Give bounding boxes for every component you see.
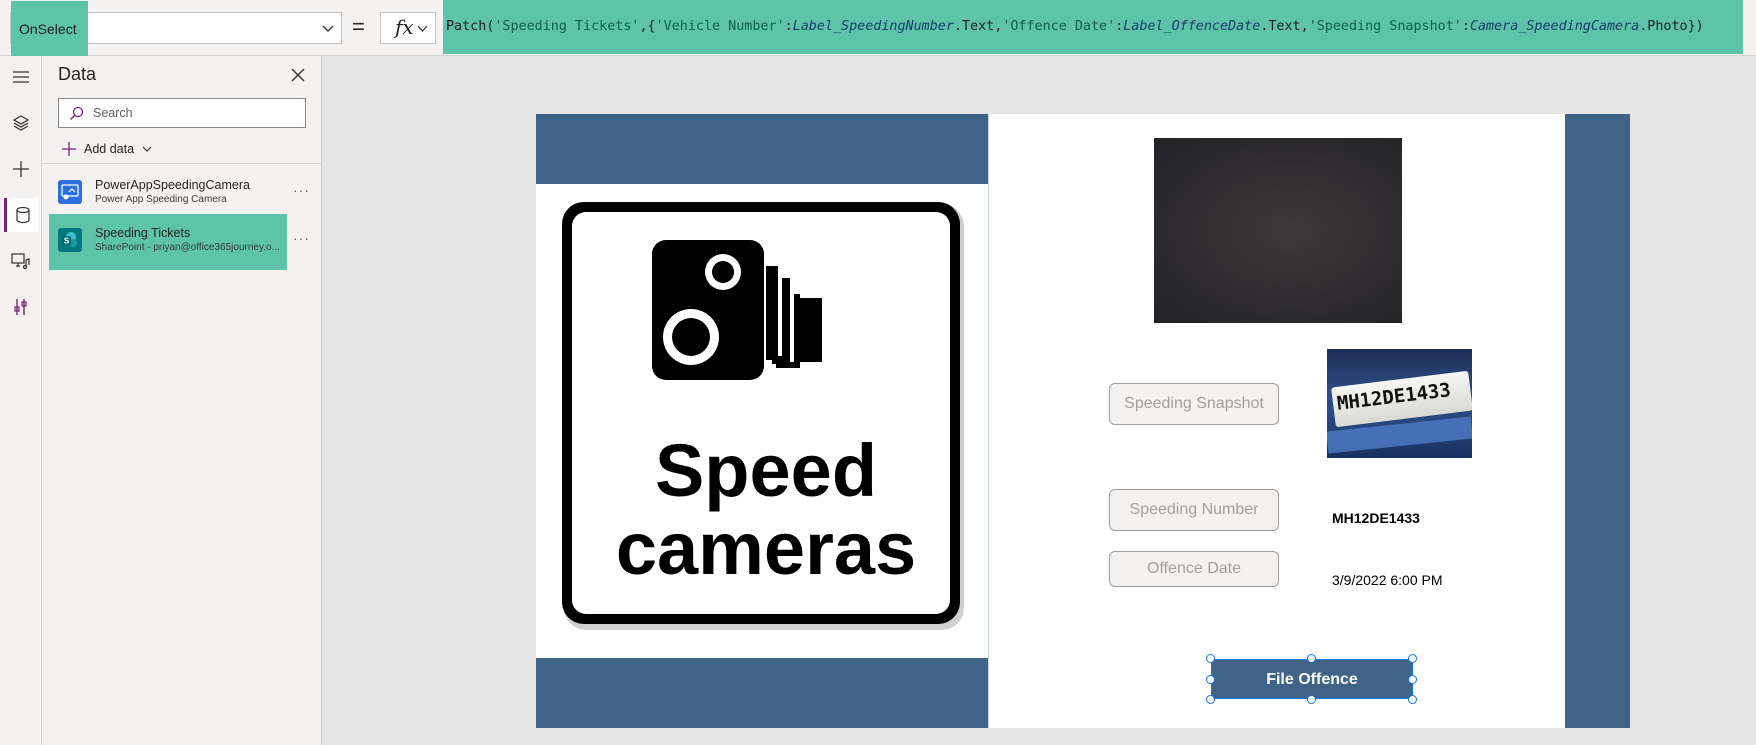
power-apps-icon <box>58 180 82 204</box>
app-screen[interactable]: Speed cameras Speeding Snapshot MH12DE14… <box>536 114 1630 728</box>
formula-token: Label_OffenceDate <box>1123 19 1261 34</box>
fx-icon: fx <box>395 15 414 39</box>
rail-tree-view-button[interactable] <box>4 106 38 140</box>
more-options-icon[interactable]: ··· <box>293 182 310 198</box>
formula-token: : <box>784 19 793 34</box>
resize-handle[interactable] <box>1206 675 1215 684</box>
pane-title: Data <box>58 64 97 84</box>
layers-icon <box>12 115 30 131</box>
rail-insert-button[interactable] <box>4 152 38 186</box>
chevron-down-icon[interactable] <box>321 21 335 35</box>
resize-handle[interactable] <box>1307 654 1316 663</box>
camera-control[interactable] <box>1154 138 1402 323</box>
pane-divider <box>42 163 322 164</box>
formula-token: 'Offence Date' <box>1002 19 1116 34</box>
data-source-name: PowerAppSpeedingCamera <box>95 178 250 192</box>
formula-input[interactable]: Patch('Speeding Tickets',{'Vehicle Numbe… <box>443 0 1743 54</box>
rail-menu-button[interactable] <box>4 60 38 94</box>
footer-band <box>536 658 988 728</box>
left-rail <box>0 56 42 745</box>
search-input[interactable] <box>93 103 298 123</box>
data-pane: Data Add data PowerAppSpeedingCamera Pow… <box>42 56 322 745</box>
fx-button[interactable]: fx <box>380 12 436 44</box>
rail-media-button[interactable] <box>4 244 38 278</box>
vehicle-number-value[interactable]: MH12DE1433 <box>1332 510 1420 526</box>
offence-date-label[interactable]: Offence Date <box>1109 551 1279 587</box>
side-band <box>1565 114 1630 728</box>
equals-sign: = <box>352 14 365 39</box>
resize-handle[interactable] <box>1206 695 1215 704</box>
property-name[interactable]: OnSelect <box>11 1 88 57</box>
file-offence-button[interactable]: File Offence <box>1211 659 1413 699</box>
resize-handle[interactable] <box>1307 695 1316 704</box>
rail-advanced-tools-button[interactable] <box>4 290 38 324</box>
property-dropdown[interactable]: OnSelect <box>10 1 342 57</box>
tools-icon <box>14 299 27 315</box>
data-source-subtitle: SharePoint - priyan@office365journey.o..… <box>95 242 280 253</box>
formula-bar: OnSelect = fx Patch('Speeding Tickets',{… <box>0 0 1756 57</box>
resize-handle[interactable] <box>1408 695 1417 704</box>
resize-handle[interactable] <box>1206 654 1215 663</box>
search-icon <box>70 106 84 120</box>
more-options-icon[interactable]: ··· <box>293 230 310 246</box>
formula-token: .Text, <box>953 19 1003 34</box>
formula-token: Label_SpeedingNumber <box>792 19 954 34</box>
formula-token: .Text, <box>1260 19 1309 34</box>
formula-token: : <box>1461 19 1470 34</box>
header-band <box>536 114 988 184</box>
rail-data-button[interactable] <box>4 198 38 232</box>
canvas-area: Speed cameras Speeding Snapshot MH12DE14… <box>322 56 1756 745</box>
data-source-item[interactable]: S Speeding Tickets SharePoint - priyan@o… <box>49 214 287 270</box>
search-box[interactable] <box>58 98 306 128</box>
plus-icon <box>62 142 76 156</box>
formula-token: 'Speeding Snapshot' <box>1308 19 1462 34</box>
svg-text:S: S <box>64 237 70 246</box>
resize-handle[interactable] <box>1408 654 1417 663</box>
plus-icon <box>13 161 29 177</box>
sign-text-line-1: Speed <box>654 429 878 512</box>
media-icon <box>11 253 30 270</box>
data-source-subtitle: Power App Speeding Camera <box>95 194 227 205</box>
close-icon[interactable] <box>288 65 308 85</box>
sharepoint-icon: S <box>58 228 82 252</box>
speeding-snapshot-image[interactable]: MH12DE1433 <box>1327 349 1472 458</box>
add-data-button[interactable]: Add data <box>62 138 152 160</box>
formula-token: Patch( <box>446 19 495 34</box>
formula-token: 'Speeding Tickets' <box>494 19 640 34</box>
speeding-snapshot-label[interactable]: Speeding Snapshot <box>1109 383 1279 425</box>
formula-token: Camera_SpeedingCamera <box>1469 19 1640 34</box>
offence-date-value[interactable]: 3/9/2022 6:00 PM <box>1332 572 1443 588</box>
data-source-name: Speeding Tickets <box>95 226 191 240</box>
formula-token: 'Vehicle Number' <box>655 19 785 34</box>
hamburger-icon <box>13 71 29 83</box>
chevron-down-icon <box>417 25 428 32</box>
divider <box>988 114 989 728</box>
formula-token: ,{ <box>639 19 656 34</box>
database-icon <box>15 206 30 224</box>
add-data-label: Add data <box>84 142 135 156</box>
formula-token: .Photo}) <box>1639 19 1704 34</box>
speeding-number-label[interactable]: Speeding Number <box>1109 489 1279 531</box>
resize-handle[interactable] <box>1408 675 1417 684</box>
chevron-down-icon <box>142 146 152 152</box>
sign-text-line-2: cameras <box>615 507 917 590</box>
plate-text: MH12DE1433 <box>1335 379 1452 415</box>
